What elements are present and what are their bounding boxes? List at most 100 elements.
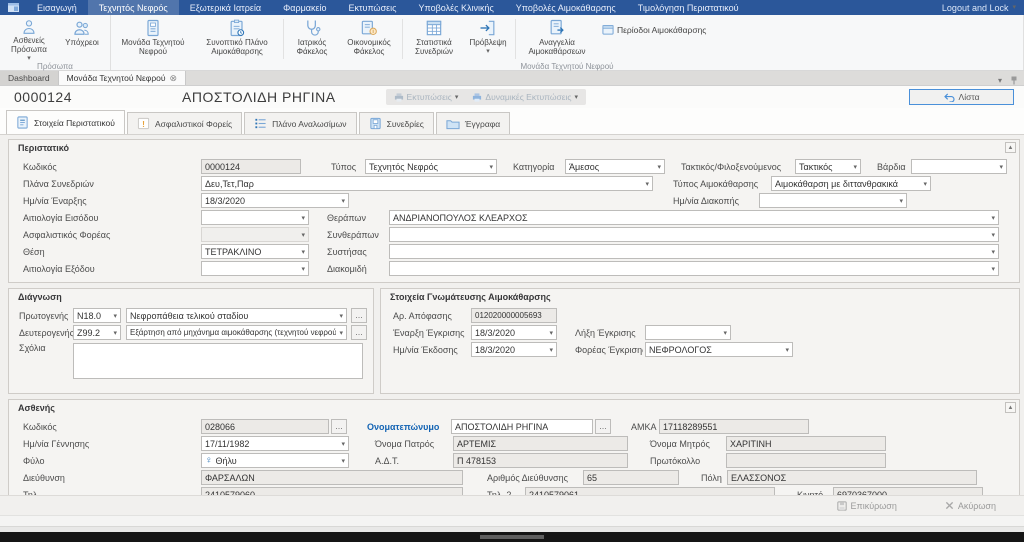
incident-exit-reason-dropdown[interactable]: ▾	[201, 261, 309, 276]
document-icon	[16, 116, 29, 129]
collapse-icon[interactable]: ▲	[1005, 142, 1016, 153]
approval-start-picker[interactable]: 18/3/2020▾	[471, 325, 557, 340]
synoptic-plan-button[interactable]: Συνοπτικό Πλάνο Αιμοκάθαρσης	[193, 16, 281, 62]
menu-ypovoles-aimokatharsis[interactable]: Υποβολές Αιμοκάθαρσης	[505, 0, 627, 15]
diagnosis-secondary-code-dropdown[interactable]: Z99.2▾	[73, 325, 121, 340]
incident-start-date-picker[interactable]: 18/3/2020▾	[201, 193, 349, 208]
patient-amka-field[interactable]: 17118289551	[659, 419, 809, 434]
approval-issue-date-label: Ημ/νία Έκδοσης	[387, 345, 471, 355]
dropdown-arrow-icon: ▾	[988, 231, 995, 239]
logout-and-lock-button[interactable]: Logout and Lock ▾	[942, 0, 1024, 15]
chevron-down-icon[interactable]: ▾	[998, 76, 1002, 85]
calendar-icon	[602, 24, 614, 35]
patient-city-field[interactable]: ΕΛΑΣΣΟΝΟΣ	[727, 470, 977, 485]
subtab-insurance-providers[interactable]: ! Ασφαλιστικοί Φορείς	[127, 112, 242, 134]
diagnosis-primary-more-button[interactable]: …	[351, 308, 367, 323]
menu-exoterika-iatreia[interactable]: Εξωτερικά Ιατρεία	[179, 0, 272, 15]
incident-session-plan-dropdown[interactable]: Δευ,Τετ,Παρ▾	[201, 176, 653, 191]
incident-insurance-dropdown[interactable]: ▾	[201, 227, 309, 242]
app-logo-icon[interactable]	[0, 0, 26, 15]
patient-fullname-label[interactable]: Ονοματεπώνυμο	[359, 422, 449, 432]
tab-dashboard[interactable]: Dashboard	[0, 71, 59, 85]
dropdown-arrow-icon: ▾	[298, 248, 305, 256]
diagnosis-primary-desc-dropdown[interactable]: Νεφροπάθεια τελικού σταδίου▾	[126, 308, 347, 323]
dialysis-periods-button[interactable]: Περίοδοι Αιμοκάθαρσης	[602, 24, 706, 35]
patient-address-field[interactable]: ΦΑΡΣΑΛΩΝ	[201, 470, 463, 485]
section-dialysis-opinion-title: Στοιχεία Γνωμάτευσης Αιμοκάθαρσης	[381, 289, 1019, 304]
diagnosis-secondary-more-button[interactable]: …	[351, 325, 367, 340]
dropdown-arrow-icon: ▾	[546, 329, 553, 337]
patient-mobile-field[interactable]: 6970367000	[833, 487, 983, 495]
subtab-documents[interactable]: Έγγραφα	[436, 112, 510, 134]
menu-farmakeio[interactable]: Φαρμακείο	[272, 0, 337, 15]
collapse-icon[interactable]: ▲	[1005, 402, 1016, 413]
menu-texnitos-nefros[interactable]: Τεχνητός Νεφρός	[88, 0, 179, 15]
menu-eisagogi[interactable]: Εισαγωγή	[26, 0, 88, 15]
menu-ektyposeis[interactable]: Εκτυπώσεις	[338, 0, 408, 15]
patient-phone-field[interactable]: 2410579060	[201, 487, 463, 495]
incident-type-dropdown[interactable]: Τεχνητός Νεφρός▾	[365, 159, 497, 174]
subtab-incident-details[interactable]: Στοιχεία Περιστατικού	[6, 110, 125, 134]
incident-attending-dropdown[interactable]: ΑΝΔΡΙΑΝΟΠΟΥΛΟΣ ΚΛΕΑΡΧΟΣ▾	[389, 210, 999, 225]
patient-mother-field[interactable]: ΧΑΡΙΤΙΝΗ	[726, 436, 886, 451]
taskbar-grip[interactable]	[480, 535, 544, 539]
patient-address-no-label: Αριθμός Διεύθυνσης	[479, 473, 581, 483]
incident-shift-dropdown[interactable]: ▾	[911, 159, 1007, 174]
print-button[interactable]: Εκτυπώσεις ▾	[394, 92, 459, 102]
dialysis-announcement-button[interactable]: Αναγγελία Αιμοκαθάρσεων	[518, 16, 596, 62]
incident-entry-reason-dropdown[interactable]: ▾	[201, 210, 309, 225]
patient-code-lookup-button[interactable]: …	[331, 419, 347, 434]
incident-dialysis-type-dropdown[interactable]: Αιμοκάθαρση με διττανθρακικά▾	[771, 176, 931, 191]
patient-fullname-field[interactable]: ΑΠΟΣΤΟΛΙΔΗ ΡΗΓΙΝΑ	[451, 419, 593, 434]
approval-decision-no-field[interactable]: 012020000005693	[471, 308, 557, 323]
top-menu-bar: Εισαγωγή Τεχνητός Νεφρός Εξωτερικά Ιατρε…	[0, 0, 1024, 15]
approval-end-picker[interactable]: ▾	[645, 325, 731, 340]
patient-code-field[interactable]: 028066	[201, 419, 329, 434]
diagnosis-comments-textarea[interactable]	[73, 343, 363, 379]
medical-file-button[interactable]: Ιατρικός Φάκελος	[286, 16, 338, 62]
patient-phone2-field[interactable]: 2410579061	[525, 487, 775, 495]
incident-tactical-dropdown[interactable]: Τακτικός▾	[795, 159, 861, 174]
dynamic-print-button[interactable]: Δυναμικές Εκτυπώσεις ▾	[472, 92, 578, 102]
patient-fullname-lookup-button[interactable]: …	[595, 419, 611, 434]
approval-body-dropdown[interactable]: ΝΕΦΡΟΛΟΓΟΣ▾	[645, 342, 793, 357]
economic-file-button[interactable]: Οικονομικός Φάκελος	[338, 16, 400, 62]
incident-referrer-dropdown[interactable]: ▾	[389, 244, 999, 259]
patient-father-field[interactable]: ΑΡΤΕΜΙΣ	[453, 436, 628, 451]
sessions-icon	[369, 117, 382, 130]
patient-birth-date-picker[interactable]: 17/11/1982▾	[201, 436, 349, 451]
incident-position-dropdown[interactable]: ΤΕΤΡΑΚΛΙΝΟ▾	[201, 244, 309, 259]
incident-category-dropdown[interactable]: Άμεσος▾	[565, 159, 665, 174]
confirm-button[interactable]: Επικύρωση	[837, 501, 897, 511]
session-statistics-button[interactable]: Στατιστικά Συνεδριών	[405, 16, 463, 62]
main-content: Περιστατικό ▲ Κωδικός 0000124 Τύπος Τεχν…	[0, 135, 1024, 495]
close-icon[interactable]: ⊗	[170, 74, 178, 83]
patients-persons-button[interactable]: Ασθενείς Πρόσωπα ▾	[2, 16, 56, 62]
ribbon-group-persons: Ασθενείς Πρόσωπα ▾ Υπόχρεοι Πρόσωπα	[0, 15, 111, 70]
menu-timologisi-peristatikou[interactable]: Τιμολόγηση Περιστατικού	[627, 0, 750, 15]
subtab-sessions[interactable]: Συνεδρίες	[359, 112, 434, 134]
patient-protocol-field[interactable]	[726, 453, 886, 468]
diagnosis-primary-code-dropdown[interactable]: N18.0▾	[73, 308, 121, 323]
list-button[interactable]: Λίστα	[909, 89, 1014, 105]
patient-gender-dropdown[interactable]: ♀Θήλυ▾	[201, 453, 349, 468]
ypoxreoi-button[interactable]: Υπόχρεοι	[56, 16, 108, 62]
forecast-button[interactable]: Πρόβλεψη ▾	[463, 16, 513, 62]
pin-icon[interactable]	[1010, 76, 1018, 85]
menu-ypovoles-klinikis[interactable]: Υποβολές Κλινικής	[408, 0, 505, 15]
subtab-consumables-plan[interactable]: Πλάνο Αναλωσίμων	[244, 112, 356, 134]
dropdown-arrow-icon: ▾	[988, 214, 995, 222]
approval-issue-date-picker[interactable]: 18/3/2020▾	[471, 342, 557, 357]
tab-dialysis-unit[interactable]: Μονάδα Τεχνητού Νεφρού ⊗	[59, 71, 186, 85]
patient-address-no-field[interactable]: 65	[583, 470, 679, 485]
incident-co-attending-dropdown[interactable]: ▾	[389, 227, 999, 242]
incident-stop-date-picker[interactable]: ▾	[759, 193, 907, 208]
incident-transfer-dropdown[interactable]: ▾	[389, 261, 999, 276]
patient-id-card-field[interactable]: Π 478153	[453, 453, 628, 468]
incident-referrer-label: Συστήσας	[319, 247, 389, 257]
diagnosis-secondary-desc-dropdown[interactable]: Εξάρτηση από μηχάνημα αιμοκάθαρσης (τεχν…	[126, 325, 347, 340]
incident-code-field[interactable]: 0000124	[201, 159, 301, 174]
cancel-button[interactable]: Ακύρωση	[945, 501, 996, 511]
chevron-down-icon: ▾	[575, 94, 579, 101]
dialysis-unit-button[interactable]: Μονάδα Τεχνητού Νεφρού	[113, 16, 193, 62]
